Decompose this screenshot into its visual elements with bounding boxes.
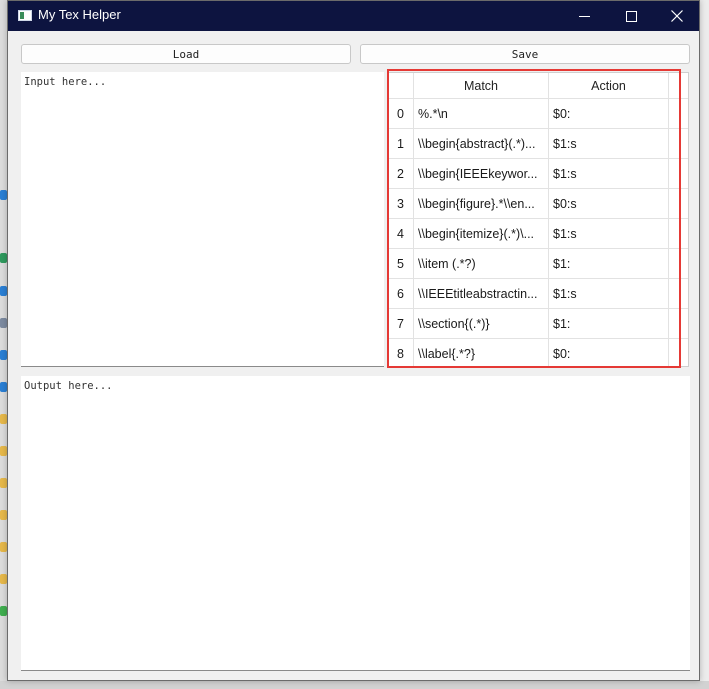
column-header-spare — [669, 73, 688, 99]
match-cell[interactable]: \\item (.*?) — [414, 249, 549, 279]
action-cell[interactable]: $0:s — [549, 189, 669, 219]
row-index[interactable]: 0 — [388, 99, 414, 129]
match-cell[interactable]: \\label{.*?} — [414, 339, 549, 366]
row-index[interactable]: 3 — [388, 189, 414, 219]
folder-icon — [0, 414, 7, 424]
spare-cell — [669, 309, 688, 339]
match-cell[interactable]: \\section{(.*)} — [414, 309, 549, 339]
action-cell[interactable]: $0: — [549, 339, 669, 366]
minimize-icon — [578, 15, 590, 17]
row-index[interactable]: 2 — [388, 159, 414, 189]
table-row[interactable]: 2 \\begin{IEEEkeywor... $1:s — [388, 159, 688, 189]
desktop-icon — [0, 190, 7, 200]
table-row[interactable]: 8 \\label{.*?} $0: — [388, 339, 688, 366]
spare-cell — [669, 189, 688, 219]
spare-cell — [669, 99, 688, 129]
match-cell[interactable]: \\IEEEtitleabstractin... — [414, 279, 549, 309]
folder-icon — [0, 478, 7, 488]
input-placeholder: Input here... — [24, 76, 107, 88]
row-index[interactable]: 5 — [388, 249, 414, 279]
row-index[interactable]: 8 — [388, 339, 414, 366]
window-title: My Tex Helper — [38, 7, 121, 22]
table-row[interactable]: 7 \\section{(.*)} $1: — [388, 309, 688, 339]
table-row[interactable]: 0 %.*\n $0: — [388, 99, 688, 129]
action-cell[interactable]: $1: — [549, 309, 669, 339]
spare-cell — [669, 279, 688, 309]
spare-cell — [669, 219, 688, 249]
match-cell[interactable]: %.*\n — [414, 99, 549, 129]
input-textarea[interactable]: Input here... — [21, 72, 384, 367]
table-row[interactable]: 3 \\begin{figure}.*\\en... $0:s — [388, 189, 688, 219]
action-cell[interactable]: $1:s — [549, 159, 669, 189]
table-row[interactable]: 5 \\item (.*?) $1: — [388, 249, 688, 279]
desktop-icon — [0, 253, 7, 263]
table-corner-header — [388, 73, 414, 99]
table-row[interactable]: 4 \\begin{itemize}(.*)\... $1:s — [388, 219, 688, 249]
spare-cell — [669, 159, 688, 189]
match-cell[interactable]: \\begin{itemize}(.*)\... — [414, 219, 549, 249]
column-header-action[interactable]: Action — [549, 73, 669, 99]
desktop-icon — [0, 286, 7, 296]
match-cell[interactable]: \\begin{abstract}(.*)... — [414, 129, 549, 159]
action-cell[interactable]: $1:s — [549, 279, 669, 309]
close-icon — [671, 10, 683, 22]
spare-cell — [669, 339, 688, 366]
row-index[interactable]: 1 — [388, 129, 414, 159]
row-index[interactable]: 7 — [388, 309, 414, 339]
desktop-background-bottom — [0, 681, 709, 689]
action-cell[interactable]: $1:s — [549, 219, 669, 249]
load-button[interactable]: Load — [21, 44, 351, 64]
spare-cell — [669, 129, 688, 159]
spare-cell — [669, 249, 688, 279]
desktop-icon — [0, 350, 7, 360]
table-row[interactable]: 1 \\begin{abstract}(.*)... $1:s — [388, 129, 688, 159]
output-placeholder: Output here... — [24, 380, 113, 392]
desktop-icon — [0, 606, 7, 616]
folder-icon — [0, 510, 7, 520]
folder-icon — [0, 542, 7, 552]
rules-table[interactable]: Match Action 0 %.*\n $0: 1 \\begin{abstract}… — [387, 72, 689, 367]
close-button[interactable] — [654, 1, 700, 31]
desktop-background-right — [700, 0, 709, 689]
column-header-match[interactable]: Match — [414, 73, 549, 99]
desktop-icon — [0, 318, 7, 328]
folder-icon — [0, 446, 7, 456]
output-textarea[interactable]: Output here... — [21, 376, 690, 671]
action-cell[interactable]: $0: — [549, 99, 669, 129]
match-cell[interactable]: \\begin{IEEEkeywor... — [414, 159, 549, 189]
row-index[interactable]: 4 — [388, 219, 414, 249]
app-window: My Tex Helper Load Save Input here... Ma… — [7, 0, 700, 681]
app-icon — [18, 10, 32, 21]
maximize-button[interactable] — [608, 1, 654, 31]
table-row[interactable]: 6 \\IEEEtitleabstractin... $1:s — [388, 279, 688, 309]
row-index[interactable]: 6 — [388, 279, 414, 309]
maximize-icon — [625, 10, 637, 22]
minimize-button[interactable] — [561, 1, 607, 31]
folder-icon — [0, 574, 7, 584]
action-cell[interactable]: $1: — [549, 249, 669, 279]
save-button[interactable]: Save — [360, 44, 690, 64]
desktop-icon — [0, 382, 7, 392]
title-bar[interactable]: My Tex Helper — [8, 1, 699, 31]
action-cell[interactable]: $1:s — [549, 129, 669, 159]
match-cell[interactable]: \\begin{figure}.*\\en... — [414, 189, 549, 219]
